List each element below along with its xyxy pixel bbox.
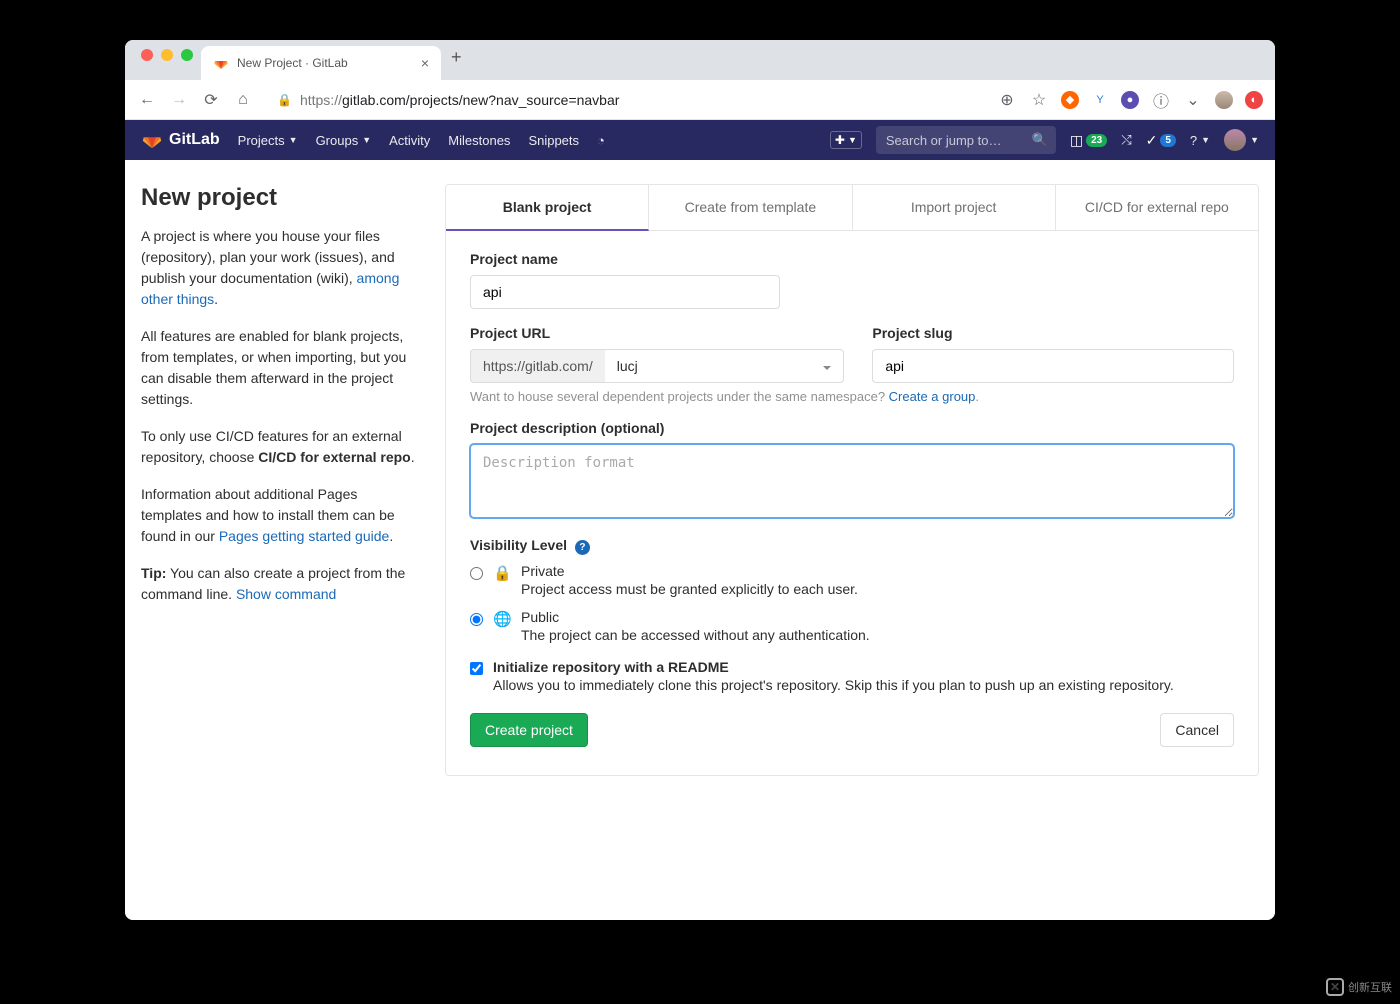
address-bar[interactable]: 🔒 https://gitlab.com/projects/new?nav_so… xyxy=(265,92,985,108)
initialize-readme[interactable]: Initialize repository with a README Allo… xyxy=(470,659,1234,693)
nav-help[interactable]: ? ▼ xyxy=(1190,133,1210,148)
project-type-tabs: Blank project Create from template Impor… xyxy=(445,184,1259,231)
close-window-icon[interactable] xyxy=(141,49,153,61)
sidebar: New project A project is where you house… xyxy=(141,184,421,880)
watermark: ✕ 创新互联 xyxy=(1326,978,1392,996)
tab-cicd-external[interactable]: CI/CD for external repo xyxy=(1056,185,1258,230)
globe-icon: 🌐 xyxy=(493,610,511,628)
checkbox-readme[interactable] xyxy=(470,662,483,675)
tab-close-icon[interactable]: × xyxy=(421,55,429,71)
avatar-icon xyxy=(1224,129,1246,151)
nav-groups[interactable]: Groups▼ xyxy=(316,133,372,148)
back-button[interactable]: ← xyxy=(137,91,157,109)
gitlab-logo-icon xyxy=(141,129,163,151)
gitlab-navbar: GitLab Projects▼ Groups▼ Activity Milest… xyxy=(125,120,1275,160)
tab-create-from-template[interactable]: Create from template xyxy=(649,185,852,230)
label-description: Project description (optional) xyxy=(470,420,1234,436)
browser-toolbar: ← → ⟳ ⌂ 🔒 https://gitlab.com/projects/ne… xyxy=(125,80,1275,120)
visibility-private[interactable]: 🔒 Private Project access must be granted… xyxy=(470,563,1234,597)
watermark-icon: ✕ xyxy=(1326,978,1344,996)
label-visibility: Visibility Level ? xyxy=(470,537,1234,555)
browser-tab[interactable]: New Project · GitLab × xyxy=(201,46,441,80)
nav-milestones[interactable]: Milestones xyxy=(448,133,510,148)
extension-icon[interactable]: ● xyxy=(1121,91,1139,109)
nav-new-button[interactable]: ✚ ▼ xyxy=(830,131,862,149)
help-icon[interactable]: ? xyxy=(575,540,590,555)
nav-performance-icon[interactable]: ◔ xyxy=(597,133,605,148)
nav-snippets[interactable]: Snippets xyxy=(528,133,579,148)
sidebar-cicd-note: To only use CI/CD features for an extern… xyxy=(141,426,421,468)
lock-icon: 🔒 xyxy=(277,93,292,107)
link-pages-guide[interactable]: Pages getting started guide xyxy=(219,528,389,544)
nav-activity[interactable]: Activity xyxy=(389,133,430,148)
nav-issues[interactable]: ◫23 xyxy=(1070,132,1107,149)
link-create-group[interactable]: Create a group xyxy=(889,389,976,404)
extension-icon[interactable]: Y xyxy=(1091,91,1109,109)
nav-user-menu[interactable]: ▼ xyxy=(1224,129,1259,151)
gitlab-favicon-icon xyxy=(213,55,229,71)
sidebar-pages-note: Information about additional Pages templ… xyxy=(141,484,421,547)
browser-window: New Project · GitLab × + ← → ⟳ ⌂ 🔒 https… xyxy=(125,40,1275,920)
page-title: New project xyxy=(141,184,421,212)
namespace-hint: Want to house several dependent projects… xyxy=(470,389,1234,404)
home-button[interactable]: ⌂ xyxy=(233,91,253,109)
main-content: Blank project Create from template Impor… xyxy=(445,184,1259,880)
search-icon: 🔍 xyxy=(1032,132,1048,148)
info-icon[interactable]: ⓘ xyxy=(1151,88,1171,112)
nav-projects[interactable]: Projects▼ xyxy=(238,133,298,148)
pocket-icon[interactable]: ⌄ xyxy=(1183,90,1203,110)
new-tab-button[interactable]: + xyxy=(441,47,472,74)
browser-tabstrip: New Project · GitLab × + xyxy=(125,40,1275,80)
label-project-url: Project URL xyxy=(470,325,844,341)
url-prefix: https://gitlab.com/ xyxy=(470,349,605,383)
sidebar-intro: A project is where you house your files … xyxy=(141,226,421,310)
description-input[interactable] xyxy=(470,444,1234,518)
reload-button[interactable]: ⟳ xyxy=(201,90,221,110)
window-controls[interactable] xyxy=(133,49,201,71)
create-project-button[interactable]: Create project xyxy=(470,713,588,747)
label-project-slug: Project slug xyxy=(872,325,1234,341)
radio-private[interactable] xyxy=(470,567,483,580)
link-show-command[interactable]: Show command xyxy=(236,586,336,602)
nav-todos[interactable]: ✓5 xyxy=(1146,132,1176,149)
sidebar-tip: Tip: You can also create a project from … xyxy=(141,563,421,605)
cancel-button[interactable]: Cancel xyxy=(1160,713,1234,747)
sidebar-features: All features are enabled for blank proje… xyxy=(141,326,421,410)
project-slug-input[interactable] xyxy=(872,349,1234,383)
extension-icon[interactable]: ◆ xyxy=(1061,91,1079,109)
namespace-select[interactable]: lucj xyxy=(605,349,845,383)
zoom-icon[interactable]: ⊕ xyxy=(997,90,1017,110)
label-project-name: Project name xyxy=(470,251,1234,267)
gitlab-logo[interactable]: GitLab xyxy=(141,129,220,151)
visibility-public[interactable]: 🌐 Public The project can be accessed wit… xyxy=(470,609,1234,643)
tab-blank-project[interactable]: Blank project xyxy=(446,185,649,231)
new-project-form: Project name Project URL https://gitlab.… xyxy=(445,231,1259,776)
radio-public[interactable] xyxy=(470,613,483,626)
profile-avatar-icon[interactable] xyxy=(1215,91,1233,109)
maximize-window-icon[interactable] xyxy=(181,49,193,61)
lock-icon: 🔒 xyxy=(493,564,511,582)
extension-icon[interactable]: ◐ xyxy=(1245,91,1263,109)
nav-search[interactable]: Search or jump to… 🔍 xyxy=(876,126,1056,154)
tab-title: New Project · GitLab xyxy=(237,56,348,70)
nav-merge-requests-icon[interactable]: ⤭ xyxy=(1121,132,1131,148)
forward-button[interactable]: → xyxy=(169,91,189,109)
project-name-input[interactable] xyxy=(470,275,780,309)
tab-import-project[interactable]: Import project xyxy=(853,185,1056,230)
toolbar-extensions: ⊕ ☆ ◆ Y ● ⓘ ⌄ ◐ xyxy=(997,88,1263,112)
star-icon[interactable]: ☆ xyxy=(1029,90,1049,110)
minimize-window-icon[interactable] xyxy=(161,49,173,61)
